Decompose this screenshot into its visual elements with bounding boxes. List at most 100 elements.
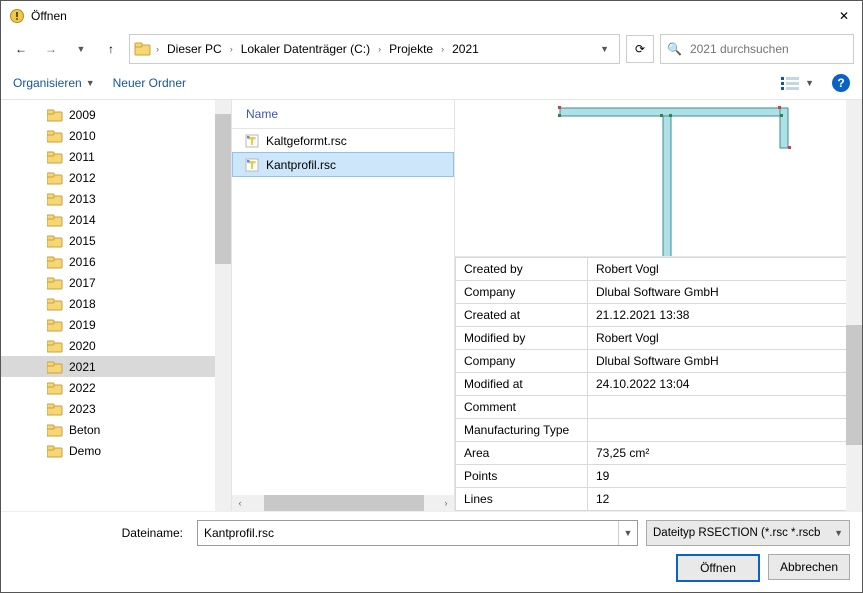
open-dialog: Öffnen ✕ ← → ▼ ↑ › Dieser PC › Lokaler D… bbox=[0, 0, 863, 593]
file-details: Created byRobert VoglCompanyDlubal Softw… bbox=[455, 257, 862, 511]
organize-menu[interactable]: Organisieren ▼ bbox=[13, 76, 95, 90]
tree-item[interactable]: 2021 bbox=[1, 356, 231, 377]
chevron-down-icon: ▼ bbox=[834, 528, 843, 538]
folder-icon bbox=[47, 150, 63, 164]
up-button[interactable]: ↑ bbox=[99, 37, 123, 61]
tree-item[interactable]: 2022 bbox=[1, 377, 231, 398]
tree-item-label: 2012 bbox=[69, 171, 96, 185]
detail-value: Robert Vogl bbox=[588, 258, 862, 281]
app-icon bbox=[9, 8, 25, 24]
file-list-hscrollbar[interactable]: ‹ › bbox=[232, 495, 454, 511]
tree-item-label: 2010 bbox=[69, 129, 96, 143]
tree-item[interactable]: 2019 bbox=[1, 314, 231, 335]
filename-label: Dateiname: bbox=[13, 526, 189, 540]
tree-item[interactable]: 2023 bbox=[1, 398, 231, 419]
preview-scrollbar[interactable] bbox=[846, 100, 862, 511]
search-input[interactable] bbox=[688, 41, 847, 57]
breadcrumb-segment[interactable]: Projekte bbox=[385, 40, 437, 58]
preview-scrollbar-thumb[interactable] bbox=[846, 325, 862, 445]
filename-combobox[interactable]: ▼ bbox=[197, 520, 638, 546]
search-icon: 🔍 bbox=[667, 42, 682, 56]
tree-item-label: 2013 bbox=[69, 192, 96, 206]
preview-panel: Created byRobert VoglCompanyDlubal Softw… bbox=[455, 100, 862, 511]
detail-row: Comment bbox=[456, 396, 862, 419]
folder-icon bbox=[47, 444, 63, 458]
folder-icon bbox=[47, 360, 63, 374]
tree-item[interactable]: 2012 bbox=[1, 167, 231, 188]
detail-label: Modified by bbox=[456, 327, 588, 350]
breadcrumb-segment[interactable]: Lokaler Datenträger (C:) bbox=[237, 40, 374, 58]
folder-icon bbox=[47, 213, 63, 227]
detail-row: Area73,25 cm² bbox=[456, 442, 862, 465]
detail-value bbox=[588, 396, 862, 419]
back-button[interactable]: ← bbox=[9, 37, 33, 61]
tree-item[interactable]: 2009 bbox=[1, 104, 231, 125]
tree-item-label: 2019 bbox=[69, 318, 96, 332]
folder-icon bbox=[134, 40, 152, 58]
detail-row: Created byRobert Vogl bbox=[456, 258, 862, 281]
address-bar[interactable]: › Dieser PC › Lokaler Datenträger (C:) ›… bbox=[129, 34, 620, 64]
folder-icon bbox=[47, 381, 63, 395]
refresh-button[interactable]: ⟳ bbox=[626, 35, 654, 63]
tree-item-label: 2009 bbox=[69, 108, 96, 122]
recent-dropdown[interactable]: ▼ bbox=[69, 37, 93, 61]
tree-scrollbar-thumb[interactable] bbox=[215, 114, 231, 264]
tree-item-label: 2018 bbox=[69, 297, 96, 311]
tree-item[interactable]: 2014 bbox=[1, 209, 231, 230]
file-item[interactable]: Kaltgeformt.rsc bbox=[232, 129, 454, 152]
tree-item[interactable]: 2015 bbox=[1, 230, 231, 251]
file-list-hscrollbar-thumb[interactable] bbox=[264, 495, 424, 511]
view-options-button[interactable]: ▼ bbox=[781, 76, 814, 90]
tree-item[interactable]: 2016 bbox=[1, 251, 231, 272]
window-title: Öffnen bbox=[31, 9, 67, 23]
file-list-header[interactable]: Name bbox=[232, 100, 454, 129]
scroll-left-icon[interactable]: ‹ bbox=[232, 495, 248, 511]
tree-item[interactable]: Demo bbox=[1, 440, 231, 461]
breadcrumb-segment[interactable]: Dieser PC bbox=[163, 40, 226, 58]
toolbar-row: Organisieren ▼ Neuer Ordner ▼ ? bbox=[1, 67, 862, 100]
chevron-right-icon[interactable]: › bbox=[228, 44, 235, 54]
folder-tree: 2009 2010 2011 2012 2013 2014201520162017 2018… bbox=[1, 100, 232, 511]
chevron-right-icon[interactable]: › bbox=[376, 44, 383, 54]
tree-item[interactable]: 2020 bbox=[1, 335, 231, 356]
detail-row: Created at21.12.2021 13:38 bbox=[456, 304, 862, 327]
tree-item-label: 2023 bbox=[69, 402, 96, 416]
tree-item-label: 2020 bbox=[69, 339, 96, 353]
tree-item[interactable]: 2017 bbox=[1, 272, 231, 293]
detail-label: Created by bbox=[456, 258, 588, 281]
filename-dropdown[interactable]: ▼ bbox=[618, 521, 637, 545]
main-area: 2009 2010 2011 2012 2013 2014201520162017 2018… bbox=[1, 100, 862, 511]
detail-row: Modified byRobert Vogl bbox=[456, 327, 862, 350]
dialog-footer: Dateiname: ▼ Dateityp RSECTION (*.rsc *.… bbox=[1, 511, 862, 592]
filename-input[interactable] bbox=[198, 526, 618, 540]
tree-item-label: Beton bbox=[69, 423, 100, 437]
folder-icon bbox=[47, 339, 63, 353]
folder-icon bbox=[47, 192, 63, 206]
detail-label: Company bbox=[456, 350, 588, 373]
forward-button[interactable]: → bbox=[39, 37, 63, 61]
search-box[interactable]: 🔍 bbox=[660, 34, 854, 64]
chevron-right-icon[interactable]: › bbox=[154, 44, 161, 54]
breadcrumb-segment[interactable]: 2021 bbox=[448, 40, 483, 58]
scroll-right-icon[interactable]: › bbox=[438, 495, 454, 511]
folder-icon bbox=[47, 255, 63, 269]
rsc-file-icon bbox=[244, 157, 260, 173]
tree-item[interactable]: 2011 bbox=[1, 146, 231, 167]
folder-icon bbox=[47, 402, 63, 416]
cancel-button[interactable]: Abbrechen bbox=[768, 554, 850, 580]
address-dropdown[interactable]: ▼ bbox=[594, 44, 615, 54]
file-list-panel: Name Kaltgeformt.rscKantprofil.rsc ‹ › bbox=[232, 100, 455, 511]
chevron-right-icon[interactable]: › bbox=[439, 44, 446, 54]
help-button[interactable]: ? bbox=[832, 74, 850, 92]
tree-item[interactable]: Beton bbox=[1, 419, 231, 440]
open-button[interactable]: Öffnen bbox=[676, 554, 760, 582]
new-folder-button[interactable]: Neuer Ordner bbox=[113, 76, 186, 90]
tree-item[interactable]: 2018 bbox=[1, 293, 231, 314]
tree-item[interactable]: 2013 bbox=[1, 188, 231, 209]
folder-icon bbox=[47, 129, 63, 143]
file-item[interactable]: Kantprofil.rsc bbox=[232, 152, 454, 177]
tree-item[interactable]: 2010 bbox=[1, 125, 231, 146]
filetype-combobox[interactable]: Dateityp RSECTION (*.rsc *.rscb ▼ bbox=[646, 520, 850, 546]
close-icon[interactable]: ✕ bbox=[834, 6, 854, 26]
tree-item-label: 2011 bbox=[69, 150, 95, 164]
